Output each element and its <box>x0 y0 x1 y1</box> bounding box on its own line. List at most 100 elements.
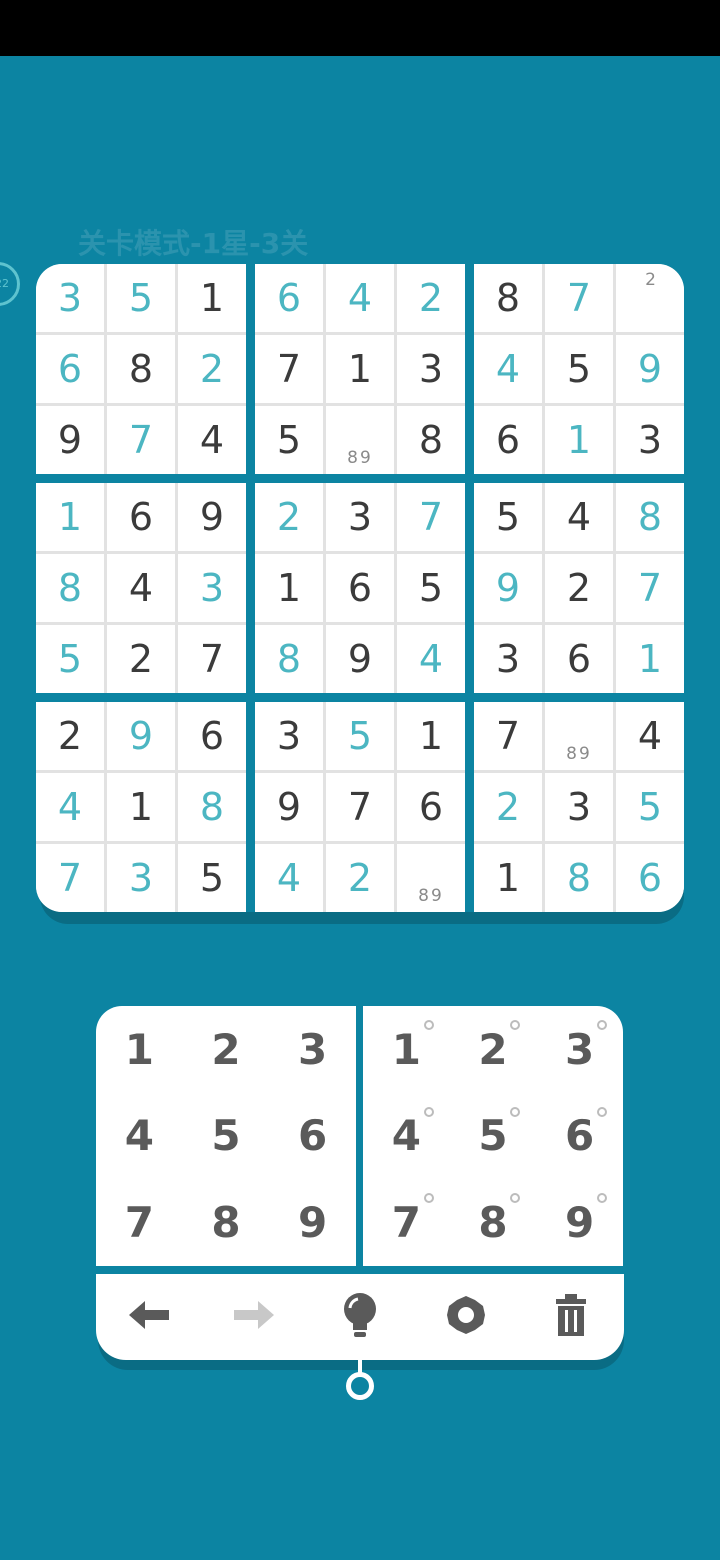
sudoku-cell[interactable]: 8 <box>397 406 465 474</box>
number-key-3[interactable]: 3 <box>269 1006 356 1093</box>
sudoku-cell[interactable]: 3 <box>326 483 394 551</box>
sudoku-cell[interactable]: 2 <box>178 335 246 403</box>
sudoku-cell[interactable]: 9 <box>255 773 323 841</box>
sudoku-cell[interactable]: 4 <box>326 264 394 332</box>
sudoku-cell[interactable]: 9 <box>36 406 104 474</box>
sudoku-cell[interactable]: 3 <box>616 406 684 474</box>
note-key-9[interactable]: 9 <box>536 1179 623 1266</box>
sudoku-cell[interactable]: 9 <box>326 625 394 693</box>
sudoku-cell[interactable]: 4 <box>545 483 613 551</box>
sudoku-cell[interactable]: 7 <box>474 702 542 770</box>
sudoku-cell[interactable]: 4 <box>178 406 246 474</box>
sudoku-cell[interactable]: 89 <box>326 406 394 474</box>
delete-button[interactable] <box>531 1287 611 1347</box>
sudoku-cell[interactable]: 3 <box>36 264 104 332</box>
number-key-7[interactable]: 7 <box>96 1179 183 1266</box>
sudoku-cell[interactable]: 1 <box>616 625 684 693</box>
sudoku-cell[interactable]: 2 <box>397 264 465 332</box>
sudoku-cell[interactable]: 4 <box>474 335 542 403</box>
sudoku-cell[interactable]: 1 <box>255 554 323 622</box>
sudoku-cell[interactable]: 89 <box>397 844 465 912</box>
sudoku-cell[interactable]: 6 <box>255 264 323 332</box>
note-key-8[interactable]: 8 <box>450 1179 537 1266</box>
sudoku-cell[interactable]: 7 <box>616 554 684 622</box>
sudoku-cell[interactable]: 6 <box>545 625 613 693</box>
sudoku-cell[interactable]: 7 <box>36 844 104 912</box>
sudoku-cell[interactable]: 2 <box>545 554 613 622</box>
sudoku-cell[interactable]: 2 <box>36 702 104 770</box>
sudoku-cell[interactable]: 3 <box>178 554 246 622</box>
sudoku-cell[interactable]: 3 <box>474 625 542 693</box>
sudoku-cell[interactable]: 7 <box>178 625 246 693</box>
sudoku-cell[interactable]: 3 <box>255 702 323 770</box>
sudoku-cell[interactable]: 5 <box>255 406 323 474</box>
sudoku-cell[interactable]: 7 <box>397 483 465 551</box>
sudoku-cell[interactable]: 3 <box>397 335 465 403</box>
sudoku-cell[interactable]: 7 <box>107 406 175 474</box>
sudoku-cell[interactable]: 3 <box>545 773 613 841</box>
sudoku-cell[interactable]: 6 <box>36 335 104 403</box>
sudoku-cell[interactable]: 6 <box>107 483 175 551</box>
note-key-7[interactable]: 7 <box>363 1179 450 1266</box>
number-key-5[interactable]: 5 <box>183 1093 270 1180</box>
sudoku-cell[interactable]: 4 <box>397 625 465 693</box>
sudoku-cell[interactable]: 8 <box>255 625 323 693</box>
note-key-5[interactable]: 5 <box>450 1093 537 1180</box>
sudoku-cell[interactable]: 1 <box>326 335 394 403</box>
drag-handle-knob[interactable] <box>346 1372 374 1400</box>
number-key-2[interactable]: 2 <box>183 1006 270 1093</box>
sudoku-cell[interactable]: 6 <box>616 844 684 912</box>
sudoku-cell[interactable]: 2 <box>474 773 542 841</box>
sudoku-cell[interactable]: 5 <box>36 625 104 693</box>
sudoku-cell[interactable]: 6 <box>178 702 246 770</box>
sudoku-cell[interactable]: 5 <box>107 264 175 332</box>
sudoku-cell[interactable]: 1 <box>107 773 175 841</box>
sudoku-cell[interactable]: 8 <box>107 335 175 403</box>
note-key-1[interactable]: 1 <box>363 1006 450 1093</box>
sudoku-cell[interactable]: 3 <box>107 844 175 912</box>
sudoku-cell[interactable]: 8 <box>616 483 684 551</box>
sudoku-cell[interactable]: 9 <box>616 335 684 403</box>
note-key-3[interactable]: 3 <box>536 1006 623 1093</box>
note-key-4[interactable]: 4 <box>363 1093 450 1180</box>
sudoku-cell[interactable]: 1 <box>36 483 104 551</box>
sudoku-cell[interactable]: 9 <box>107 702 175 770</box>
note-key-2[interactable]: 2 <box>450 1006 537 1093</box>
sudoku-cell[interactable]: 2 <box>616 264 684 332</box>
sudoku-cell[interactable]: 5 <box>178 844 246 912</box>
sudoku-cell[interactable]: 2 <box>107 625 175 693</box>
settings-button[interactable] <box>426 1287 506 1347</box>
sudoku-cell[interactable]: 7 <box>545 264 613 332</box>
hint-button[interactable] <box>320 1287 400 1347</box>
sudoku-cell[interactable]: 5 <box>326 702 394 770</box>
sudoku-cell[interactable]: 8 <box>474 264 542 332</box>
sudoku-cell[interactable]: 1 <box>545 406 613 474</box>
sudoku-cell[interactable]: 5 <box>474 483 542 551</box>
sudoku-cell[interactable]: 5 <box>397 554 465 622</box>
sudoku-cell[interactable]: 89 <box>545 702 613 770</box>
sudoku-cell[interactable]: 6 <box>474 406 542 474</box>
sudoku-cell[interactable]: 6 <box>326 554 394 622</box>
number-key-9[interactable]: 9 <box>269 1179 356 1266</box>
sudoku-cell[interactable]: 5 <box>616 773 684 841</box>
sudoku-cell[interactable]: 8 <box>178 773 246 841</box>
timer-badge[interactable]: 22 <box>0 262 20 306</box>
undo-button[interactable] <box>109 1287 189 1347</box>
sudoku-cell[interactable]: 1 <box>474 844 542 912</box>
sudoku-cell[interactable]: 7 <box>326 773 394 841</box>
sudoku-cell[interactable]: 8 <box>36 554 104 622</box>
sudoku-cell[interactable]: 4 <box>616 702 684 770</box>
sudoku-cell[interactable]: 4 <box>36 773 104 841</box>
sudoku-cell[interactable]: 4 <box>107 554 175 622</box>
sudoku-cell[interactable]: 2 <box>326 844 394 912</box>
number-key-1[interactable]: 1 <box>96 1006 183 1093</box>
note-key-6[interactable]: 6 <box>536 1093 623 1180</box>
sudoku-cell[interactable]: 8 <box>545 844 613 912</box>
sudoku-cell[interactable]: 6 <box>397 773 465 841</box>
redo-button[interactable] <box>214 1287 294 1347</box>
number-key-4[interactable]: 4 <box>96 1093 183 1180</box>
sudoku-cell[interactable]: 5 <box>545 335 613 403</box>
sudoku-cell[interactable]: 4 <box>255 844 323 912</box>
number-key-8[interactable]: 8 <box>183 1179 270 1266</box>
sudoku-cell[interactable]: 2 <box>255 483 323 551</box>
